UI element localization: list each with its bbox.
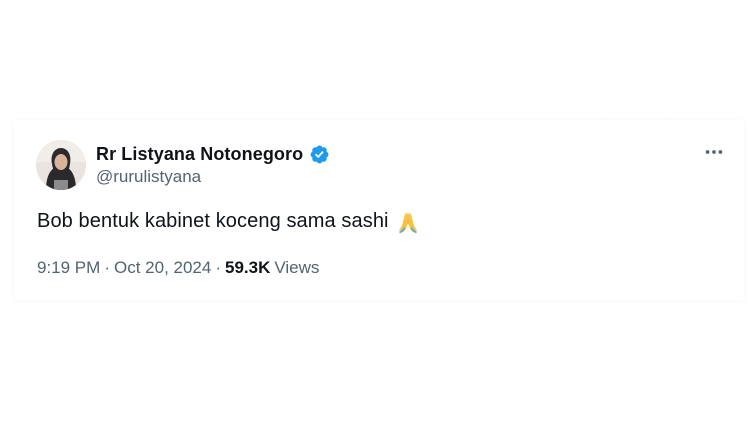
tweet-time[interactable]: 9:19 PM	[37, 258, 100, 278]
tweet-text: Bob bentuk kabinet koceng sama sashi	[37, 208, 421, 234]
verified-badge-icon	[309, 144, 330, 165]
meta-separator: ·	[215, 258, 221, 277]
views-count[interactable]: 59.3K	[225, 258, 270, 278]
tweet-meta: 9:19 PM · Oct 20, 2024 · 59.3K Views	[37, 258, 319, 278]
more-options-button[interactable]	[700, 140, 728, 164]
folded-hands-emoji-icon	[395, 208, 421, 234]
author-display-name[interactable]: Rr Listyana Notonegoro	[96, 144, 303, 165]
tweet-date[interactable]: Oct 20, 2024	[114, 258, 211, 278]
author-handle[interactable]: @rurulistyana	[96, 167, 201, 187]
more-horizontal-icon	[705, 150, 723, 154]
avatar-image	[36, 140, 86, 190]
views-label: Views	[274, 258, 320, 277]
meta-separator: ·	[104, 258, 110, 277]
tweet-body: Bob bentuk kabinet koceng sama sashi	[37, 209, 389, 232]
avatar[interactable]	[36, 140, 86, 190]
author-name-row: Rr Listyana Notonegoro	[96, 142, 330, 166]
